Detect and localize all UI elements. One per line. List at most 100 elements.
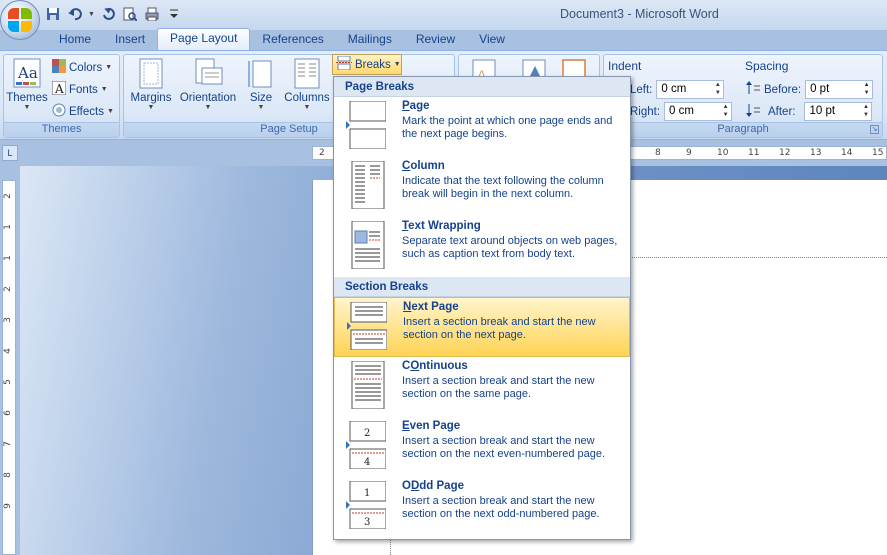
page-breaks-header: Page Breaks	[334, 77, 630, 97]
menu-item-page[interactable]: Page Mark the point at which one page en…	[334, 97, 630, 157]
menu-item-even-page[interactable]: 24 Even Page Insert a section break and …	[334, 417, 630, 477]
fonts-label: Fonts	[69, 83, 98, 96]
menu-item-text-wrapping-desc: Separate text around objects on web page…	[402, 235, 618, 260]
hruler-number: 10	[717, 148, 729, 158]
dialog-launcher-icon[interactable]: ↘	[870, 125, 879, 134]
spacing-after-field[interactable]: 10 pt ▲ ▼	[804, 102, 873, 121]
indent-right-row: Right: 0 cm ▲ ▼	[630, 102, 733, 121]
indent-right-spinner-icon[interactable]: ▲ ▼	[720, 103, 731, 120]
spacing-before-label: Before:	[764, 83, 802, 96]
menu-item-odd-page-desc: Insert a section break and start the new…	[402, 495, 600, 520]
margins-label: Margins	[130, 92, 172, 104]
tab-mailings[interactable]: Mailings	[336, 30, 404, 50]
svg-text:1: 1	[364, 488, 370, 499]
spacing-after-spinner-icon[interactable]: ▲ ▼	[860, 103, 871, 120]
next-page-break-icon	[347, 301, 388, 351]
tab-page-layout[interactable]: Page Layout	[157, 28, 251, 50]
customize-quick-access-icon[interactable]	[165, 5, 183, 23]
indent-left-field[interactable]: 0 cm ▲ ▼	[656, 80, 725, 99]
menu-item-next-page-desc: Insert a section break and start the new…	[403, 316, 596, 341]
odd-page-break-icon: 13	[346, 480, 387, 530]
breaks-button[interactable]: Breaks ▼	[332, 54, 402, 75]
quick-access-toolbar: ▼	[44, 3, 183, 25]
vruler-number: 5	[2, 379, 13, 385]
orientation-button[interactable]: Orientation ▼	[176, 58, 240, 111]
tab-references[interactable]: References	[250, 30, 335, 50]
vruler-number: 1	[2, 224, 13, 230]
undo-icon[interactable]	[66, 5, 84, 23]
continuous-break-icon	[346, 360, 386, 410]
menu-item-continuous[interactable]: COntinuous Insert a section break and st…	[334, 357, 630, 417]
spacing-after-label: After:	[768, 105, 796, 118]
tab-view[interactable]: View	[467, 30, 517, 50]
menu-item-column[interactable]: Column Indicate that the text following …	[334, 157, 630, 217]
tab-selector-icon[interactable]: L	[2, 145, 18, 161]
vertical-ruler[interactable]: 2 1 1 2 3 4 5 6 7 8 9	[2, 180, 16, 555]
tab-insert[interactable]: Insert	[103, 30, 157, 50]
size-icon	[246, 58, 276, 90]
indent-left-row: Left: 0 cm ▲ ▼	[630, 80, 725, 99]
margins-button[interactable]: Margins ▼	[129, 58, 173, 111]
margins-dropdown-icon: ▼	[147, 104, 155, 111]
svg-text:4: 4	[364, 457, 370, 468]
svg-text:3: 3	[364, 517, 370, 528]
menu-item-page-desc: Mark the point at which one page ends an…	[402, 115, 613, 140]
menu-item-next-page[interactable]: Next Page Insert a section break and sta…	[334, 297, 630, 357]
colors-button[interactable]: Colors ▼	[52, 59, 112, 76]
effects-label: Effects	[69, 105, 104, 118]
size-button[interactable]: Size ▼	[244, 58, 278, 111]
themes-button[interactable]: Aa Themes ▼	[6, 58, 48, 111]
redo-icon[interactable]	[99, 5, 117, 23]
ribbon-tabs: Home Insert Page Layout References Maili…	[0, 28, 887, 50]
colors-label: Colors	[69, 61, 103, 74]
size-dropdown-icon: ▼	[257, 104, 265, 111]
print-icon[interactable]	[143, 5, 161, 23]
menu-item-odd-page-title: ODdd Page	[402, 480, 464, 492]
vruler-number: 2	[2, 193, 13, 199]
undo-dropdown-icon[interactable]: ▼	[88, 11, 95, 18]
columns-dropdown-icon: ▼	[303, 104, 311, 111]
section-breaks-header: Section Breaks	[334, 277, 630, 297]
menu-item-text-wrapping-title: Text Wrapping	[402, 220, 481, 232]
orientation-icon	[193, 58, 223, 90]
hruler-number: 8	[655, 148, 661, 158]
columns-button[interactable]: Columns ▼	[282, 58, 332, 111]
menu-item-odd-page[interactable]: 13 ODdd Page Insert a section break and …	[334, 477, 630, 537]
fonts-button[interactable]: A Fonts ▼	[51, 80, 108, 98]
office-button[interactable]	[0, 0, 40, 40]
indent-right-field[interactable]: 0 cm ▲ ▼	[664, 102, 733, 121]
tab-review[interactable]: Review	[404, 30, 467, 50]
hruler-number: 12	[779, 148, 791, 158]
vruler-number: 7	[2, 441, 13, 447]
indent-left-label: Left:	[630, 83, 653, 96]
colors-icon	[52, 59, 66, 76]
menu-item-text-wrapping[interactable]: Text Wrapping Separate text around objec…	[334, 217, 630, 277]
spacing-after-icon	[746, 103, 760, 120]
vruler-number: 2	[2, 286, 13, 292]
vruler-number: 8	[2, 472, 13, 478]
even-page-break-icon: 24	[346, 420, 387, 470]
office-logo-icon	[8, 8, 32, 32]
vruler-number: 3	[2, 317, 13, 323]
themes-group: Aa Themes ▼ Colors ▼ A Fonts ▼ Effects ▼ Th…	[3, 54, 120, 138]
title-bar: ▼ Document3 - Microsoft Word	[0, 0, 887, 40]
orientation-label: Orientation	[179, 92, 237, 104]
size-label: Size	[249, 92, 273, 104]
hruler-number: 15	[872, 148, 884, 158]
effects-dropdown-icon: ▼	[106, 108, 114, 115]
text-wrapping-break-icon	[346, 220, 386, 270]
save-icon[interactable]	[44, 5, 62, 23]
hruler-number: 14	[841, 148, 853, 158]
indent-left-spinner-icon[interactable]: ▲ ▼	[712, 81, 723, 98]
menu-item-even-page-title: Even Page	[402, 420, 461, 432]
themes-label: Themes	[6, 92, 48, 104]
spacing-before-field[interactable]: 0 pt ▲ ▼	[805, 80, 874, 99]
spacing-before-spinner-icon[interactable]: ▲ ▼	[861, 81, 872, 98]
spacing-before-icon	[746, 81, 760, 98]
print-preview-icon[interactable]	[121, 5, 139, 23]
tab-home[interactable]: Home	[47, 30, 103, 50]
effects-button[interactable]: Effects ▼	[52, 103, 114, 120]
menu-item-continuous-title: COntinuous	[402, 360, 468, 372]
menu-item-next-page-title: Next Page	[403, 301, 459, 313]
vruler-number: 9	[2, 503, 13, 509]
